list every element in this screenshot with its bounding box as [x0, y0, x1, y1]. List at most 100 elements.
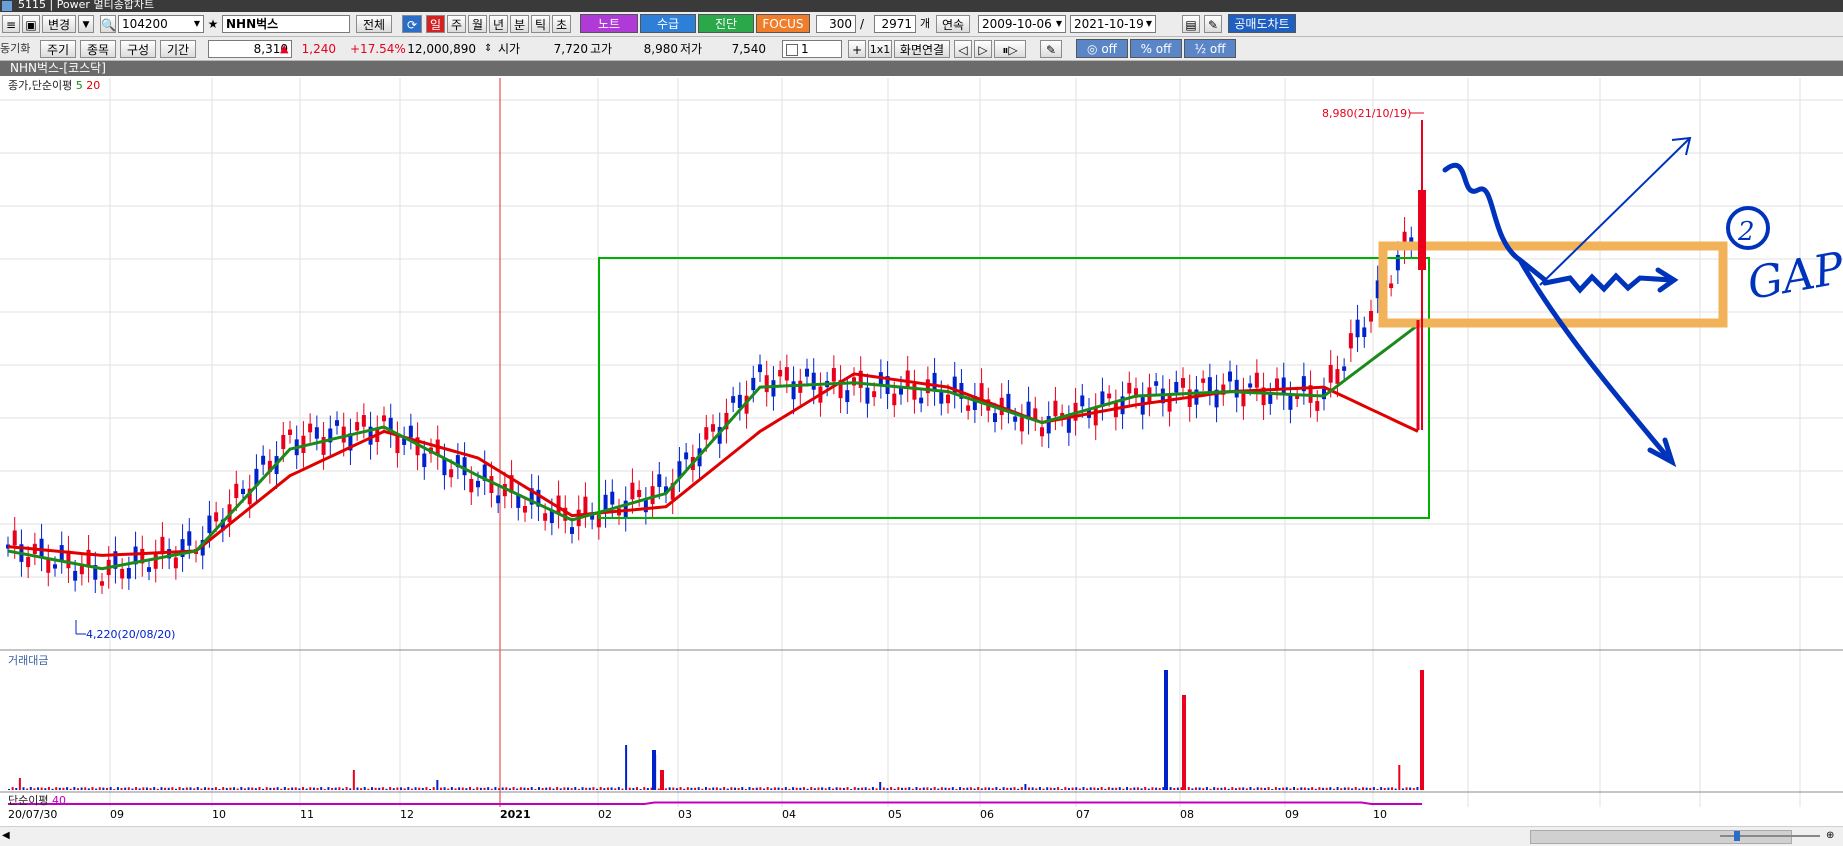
- candle-7: [53, 564, 57, 569]
- ma40-line: [8, 801, 1422, 805]
- volume-bar-23: [91, 787, 94, 790]
- volume-bar-364: [1329, 787, 1332, 790]
- volume-bar-95: [352, 770, 355, 790]
- volume-bar-368: [1343, 787, 1346, 790]
- code-dropdown-icon[interactable]: ▼: [190, 15, 204, 33]
- start-date-dropdown-icon[interactable]: ▼: [1052, 15, 1066, 33]
- diagnosis-button[interactable]: 진단: [698, 14, 754, 33]
- volume-bar-207: [759, 787, 762, 790]
- volume-bar-232: [850, 788, 853, 790]
- menu-icon[interactable]: ≡: [2, 15, 20, 33]
- period-minute-button[interactable]: 분: [510, 15, 529, 33]
- volume-bar-4: [22, 787, 25, 790]
- volume-bar-1: [11, 787, 14, 790]
- volume-bar-57: [214, 787, 217, 790]
- period-day-button[interactable]: 일: [426, 15, 445, 33]
- horizontal-scrollbar[interactable]: ◀ ⊕: [0, 826, 1843, 846]
- volume-bar-306: [1118, 787, 1121, 790]
- volume-bar-367: [1340, 788, 1343, 790]
- candle-113: [764, 375, 769, 393]
- continuous-button[interactable]: 연속: [936, 15, 970, 33]
- volume-bar-162: [596, 788, 599, 790]
- x-tick-label: 06: [980, 808, 994, 821]
- volume-bar-105: [389, 787, 392, 790]
- period-month-button[interactable]: 월: [468, 15, 487, 33]
- volume-bar-42: [160, 787, 163, 790]
- count-input[interactable]: 300: [816, 15, 856, 33]
- stock-name-field[interactable]: NHN벅스: [222, 15, 350, 33]
- refresh-icon[interactable]: ⟳: [402, 15, 422, 33]
- screen-link-button[interactable]: 화면연결: [894, 40, 950, 58]
- volume-bar-374: [1365, 787, 1368, 790]
- end-icon[interactable]: ⏸▷: [994, 40, 1026, 58]
- volume-bar-341: [1245, 788, 1248, 790]
- volume-bar-285: [1042, 788, 1045, 790]
- change-button[interactable]: 변경: [42, 15, 76, 33]
- spin-icon[interactable]: ⇕: [484, 41, 492, 57]
- pen-icon[interactable]: ✎: [1040, 40, 1062, 58]
- short-sell-chart-button[interactable]: 공매도차트: [1228, 14, 1296, 33]
- candle-123: [831, 368, 836, 382]
- off-toggle-3[interactable]: ½ off: [1184, 39, 1236, 58]
- volume-bar-147: [541, 787, 544, 790]
- sync-label[interactable]: 동기화: [0, 41, 30, 57]
- end-date-dropdown-icon[interactable]: ▼: [1142, 15, 1156, 33]
- volume-bar-16: [66, 787, 69, 790]
- supply-button[interactable]: 수급: [640, 14, 696, 33]
- prev-icon[interactable]: ◁: [954, 40, 972, 58]
- window-title: 5115 | Power 멀티종합차트: [18, 0, 155, 11]
- volume-bar-231: [846, 787, 849, 790]
- tools-icon[interactable]: ✎: [1204, 15, 1222, 33]
- focus-button[interactable]: FOCUS: [756, 14, 810, 33]
- period-week-button[interactable]: 주: [447, 15, 466, 33]
- volume-bar-310: [1133, 787, 1136, 790]
- next-icon[interactable]: ▷: [974, 40, 992, 58]
- zoom-icon[interactable]: ⊕: [1826, 830, 1834, 841]
- volume-bar-128: [472, 788, 475, 790]
- volume-bar-157: [577, 788, 580, 790]
- volume-bar-84: [312, 787, 315, 790]
- candle-140: [946, 394, 950, 404]
- favorite-star-icon[interactable]: ★: [206, 15, 220, 33]
- scroll-thumb[interactable]: [1530, 830, 1792, 844]
- period-button[interactable]: 주기: [40, 40, 76, 58]
- volume-bar-351: [1282, 787, 1285, 790]
- low-value: 7,540: [731, 42, 766, 56]
- chart-canvas[interactable]: 8,980(21/10/19) 4,220(20/08/20) 2 GAP: [0, 76, 1843, 807]
- off-toggle-2[interactable]: % off: [1130, 39, 1182, 58]
- candle-155: [1046, 416, 1051, 434]
- crosshair-icon[interactable]: +: [848, 40, 866, 58]
- period-year-button[interactable]: 년: [489, 15, 508, 33]
- all-button[interactable]: 전체: [356, 15, 392, 33]
- volume-bar-254: [930, 788, 933, 790]
- volume-bar-252: [922, 787, 925, 790]
- volume-bar-279: [1020, 787, 1023, 790]
- zoom-slider-handle[interactable]: [1734, 831, 1740, 841]
- scroll-left-icon[interactable]: ◀: [2, 830, 10, 841]
- candle-173: [1167, 393, 1172, 412]
- app-icon: [2, 1, 12, 11]
- search-icon[interactable]: 🔍: [100, 15, 116, 33]
- candle-111: [751, 377, 756, 391]
- volume-bar-192: [704, 787, 707, 790]
- volume-bar-38: [145, 787, 148, 790]
- volume-bar-27: [106, 787, 109, 790]
- ratio-button[interactable]: 1x1: [868, 40, 892, 58]
- slash-separator: /: [860, 17, 865, 31]
- save-icon[interactable]: ▤: [1182, 15, 1200, 33]
- note-button[interactable]: 노트: [580, 14, 638, 33]
- change-dropdown-icon[interactable]: ▼: [78, 15, 94, 33]
- volume-bar-370: [1351, 788, 1354, 790]
- period-second-button[interactable]: 초: [552, 15, 571, 33]
- item-button[interactable]: 종목: [80, 40, 116, 58]
- volume-bar-145: [534, 788, 537, 790]
- compose-button[interactable]: 구성: [120, 40, 156, 58]
- range-button[interactable]: 기간: [160, 40, 196, 58]
- period-tick-button[interactable]: 틱: [531, 15, 550, 33]
- volume-bar-41: [156, 788, 159, 790]
- hand-zigzag: [1442, 162, 1548, 283]
- window-icon[interactable]: ▣: [22, 15, 40, 33]
- volume-bar-337: [1231, 787, 1234, 790]
- off-toggle-1[interactable]: ◎ off: [1076, 39, 1128, 58]
- candle-94: [637, 489, 642, 498]
